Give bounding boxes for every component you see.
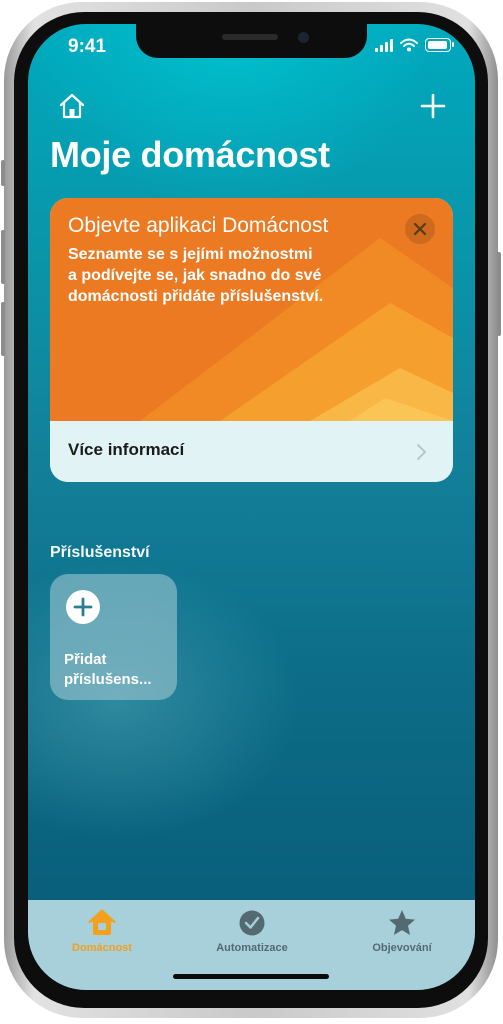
battery-icon [425,38,454,52]
chevron-right-icon [417,444,426,460]
close-icon [413,222,427,236]
home-indicator [173,974,329,979]
house-icon [88,909,116,935]
tab-discover[interactable]: Objevování [337,908,467,954]
home-settings-icon[interactable] [58,92,86,120]
volume-up-button [1,230,5,284]
add-accessory-tile[interactable]: Přidat příslušens... [50,574,177,700]
front-camera [298,32,309,43]
cellular-signal-icon [375,38,393,52]
close-button[interactable] [405,214,435,244]
more-info-link[interactable]: Více informací [68,440,184,460]
speaker-grille [222,34,278,40]
promo-card[interactable]: Objevte aplikaci Domácnost Seznamte se s… [50,198,453,482]
add-accessory-button[interactable] [66,590,100,624]
status-icons [375,38,454,52]
screen: 9:41 Moje domácnost Objevte aplikaci Dom… [28,24,475,990]
add-accessory-label: Přidat příslušens... [64,651,152,688]
accessories-section-label: Příslušenství [50,544,150,561]
page-title: Moje domácnost [50,134,330,175]
add-icon[interactable] [419,92,447,120]
plus-icon [73,597,93,617]
wifi-icon [400,38,418,52]
clock-icon [239,910,265,936]
tab-home-label: Domácnost [72,942,132,954]
notch [136,24,367,58]
power-button [497,252,501,336]
tab-home[interactable]: Domácnost [37,908,167,954]
tab-automation[interactable]: Automatizace [187,908,317,954]
card-title: Objevte aplikaci Domácnost [68,214,329,237]
status-time: 9:41 [68,36,107,57]
tab-discover-label: Objevování [372,942,432,954]
star-icon [389,910,415,935]
volume-down-button [1,302,5,356]
card-description: Seznamte se s jejími možnostmi a podívej… [68,246,324,305]
ring-switch [1,160,5,186]
tab-automation-label: Automatizace [216,942,288,954]
more-info-row[interactable]: Více informací [50,421,453,482]
